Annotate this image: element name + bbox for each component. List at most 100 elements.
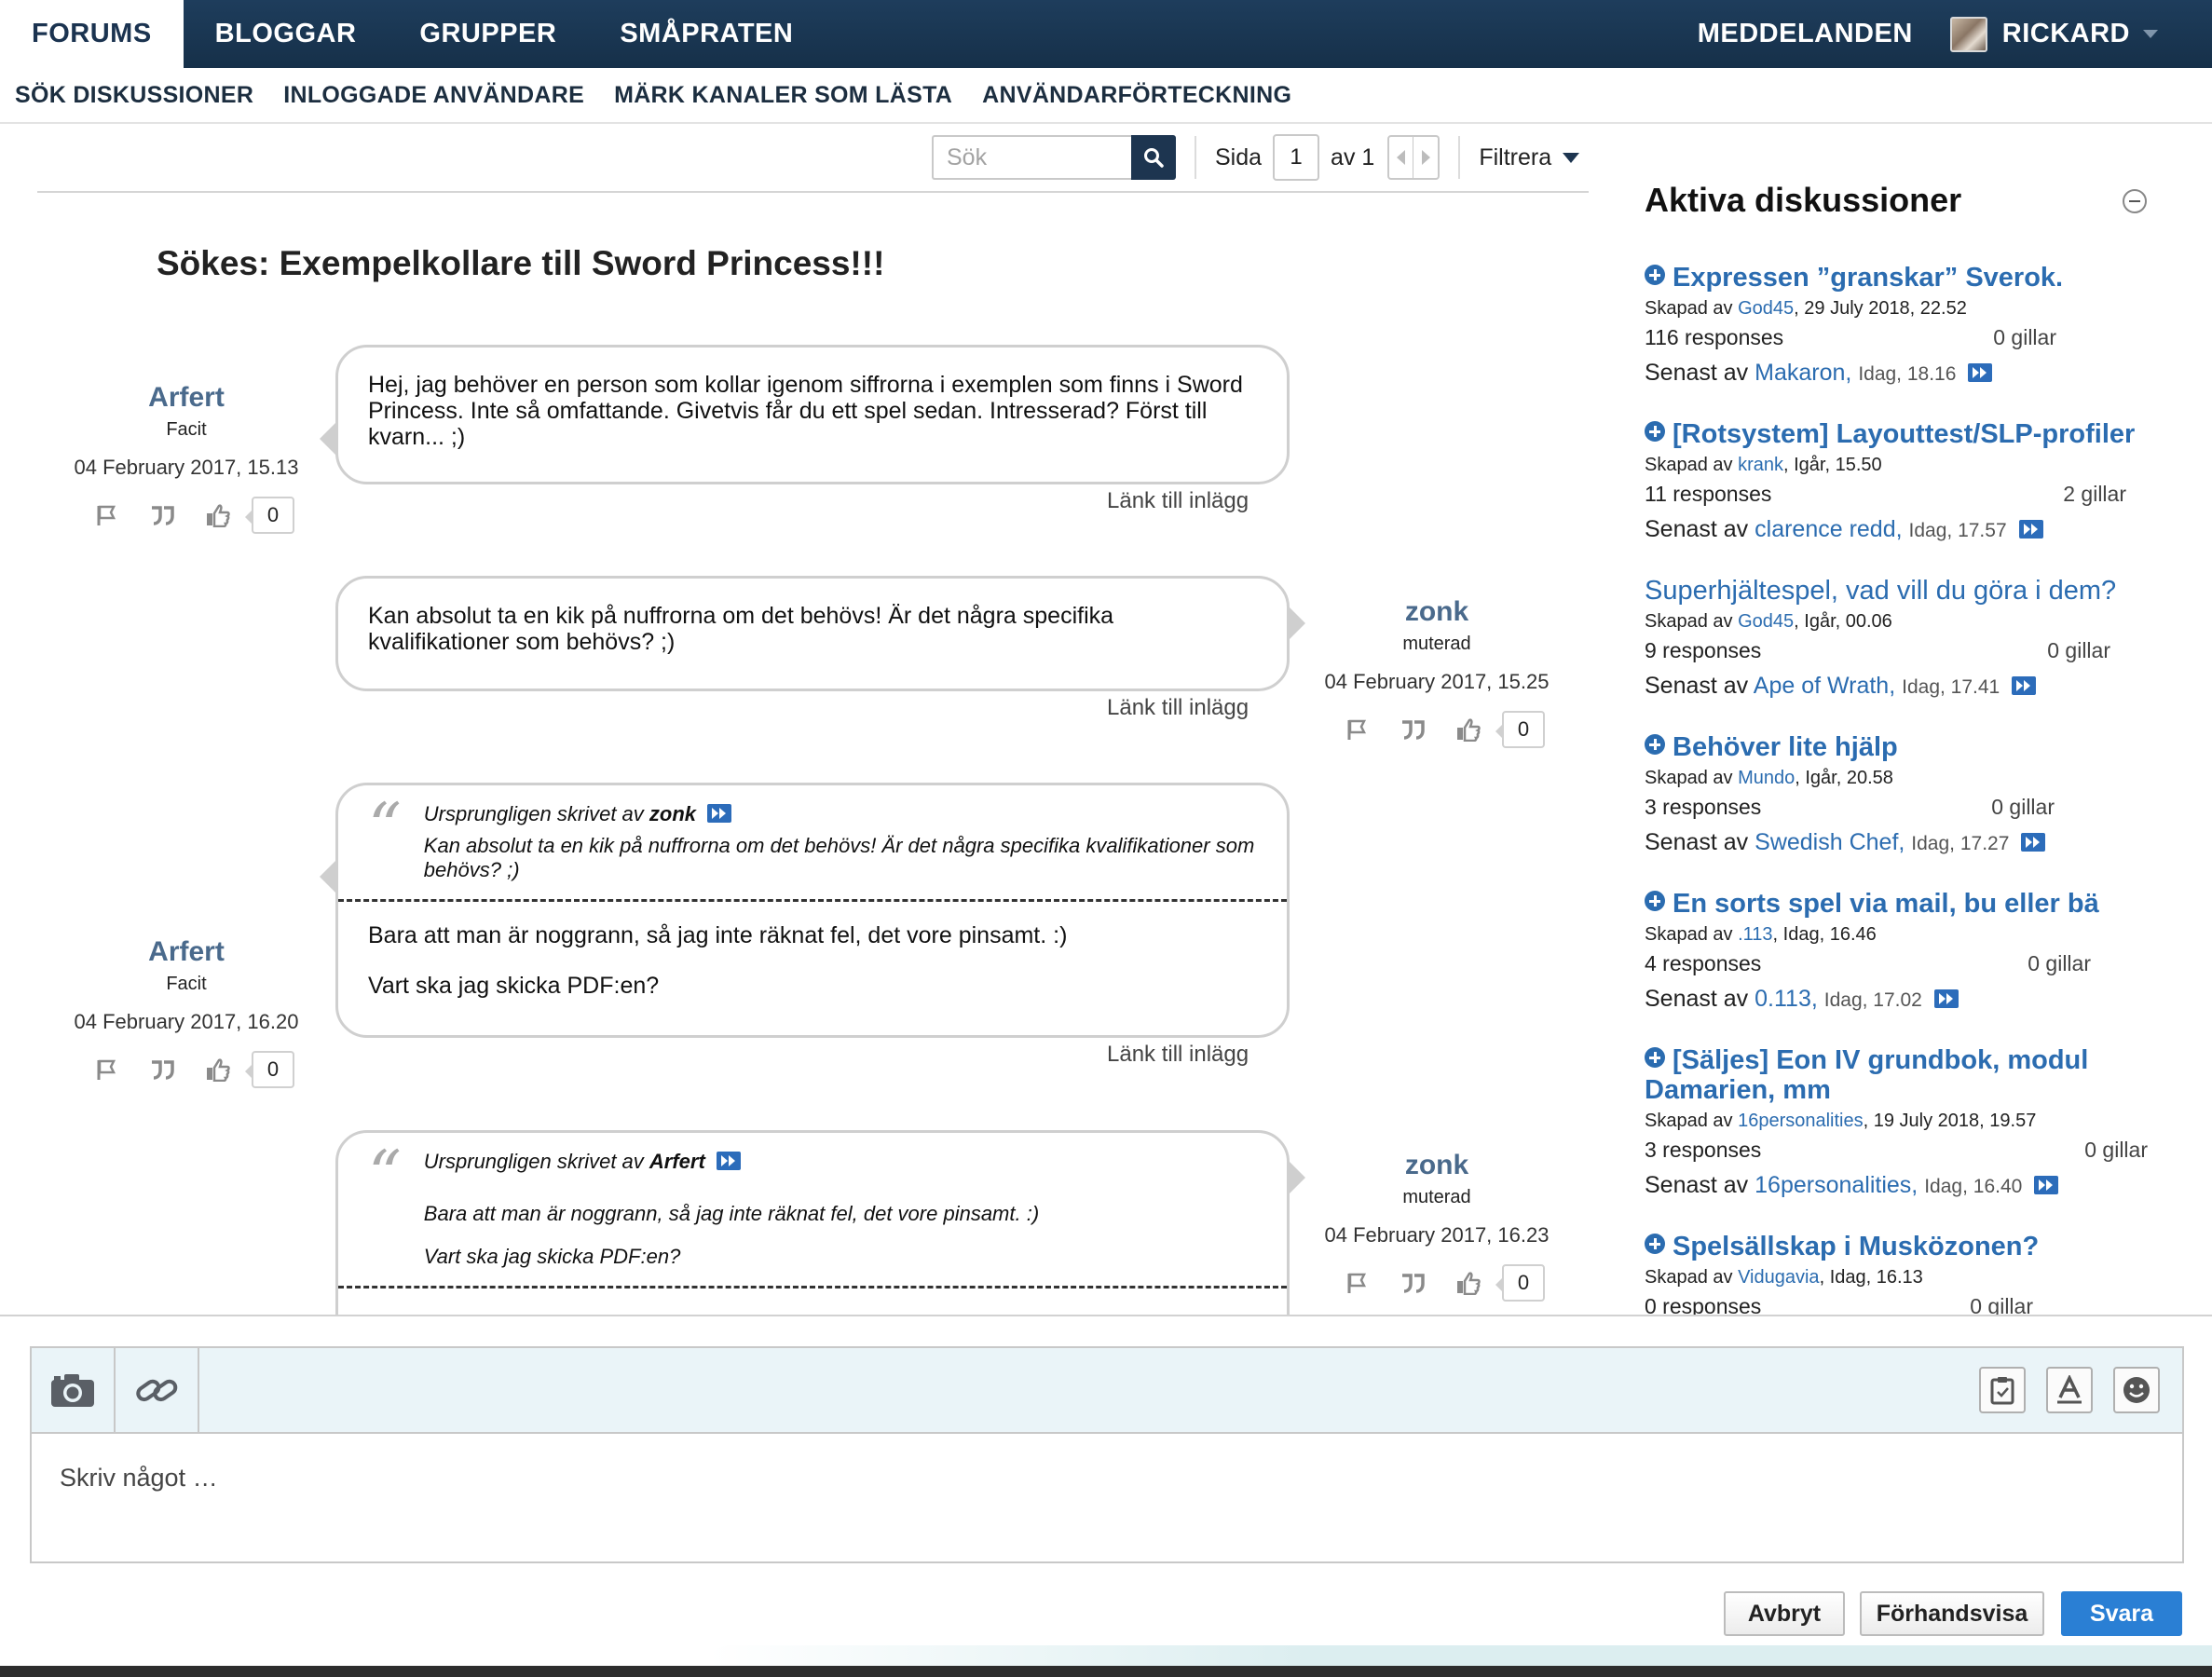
tab-forums[interactable]: FORUMS: [0, 0, 184, 68]
discussion-title[interactable]: Expressen ”granskar” Sverok.: [1645, 263, 2166, 293]
tab-bloggar[interactable]: BLOGGAR: [184, 0, 389, 68]
emoji-button[interactable]: [2113, 1367, 2160, 1413]
camera-icon: [51, 1374, 94, 1407]
subnav-user-list[interactable]: ANVÄNDARFÖRTECKNING: [982, 82, 1291, 109]
subnav-search-discussions[interactable]: SÖK DISKUSSIONER: [15, 82, 253, 109]
quote-mark-icon: “: [368, 1137, 402, 1213]
last-poster-link[interactable]: Ape of Wrath,: [1754, 673, 1895, 699]
author-name[interactable]: Arfert: [65, 936, 307, 968]
go-to-post-icon[interactable]: [2018, 520, 2043, 539]
paste-button[interactable]: [1979, 1367, 2026, 1413]
chevron-down-icon[interactable]: [2143, 30, 2158, 38]
insert-image-button[interactable]: [32, 1348, 116, 1432]
page-number-input[interactable]: 1: [1273, 134, 1320, 181]
new-post-icon: [1645, 891, 1665, 911]
discussion-title[interactable]: En sorts spel via mail, bu eller bä: [1645, 889, 2166, 919]
go-to-post-icon[interactable]: [1968, 363, 1993, 382]
flag-icon[interactable]: [92, 1056, 120, 1084]
user-menu[interactable]: RICKARD: [1987, 19, 2130, 49]
search-button[interactable]: [1131, 135, 1176, 180]
window-bottom-edge: [0, 1645, 2212, 1677]
author-name[interactable]: zonk: [1316, 1150, 1558, 1181]
creator-link[interactable]: .113: [1738, 924, 1772, 945]
post-paragraph: Vart ska jag skicka PDF:en?: [368, 973, 660, 999]
last-poster-link[interactable]: 0.113,: [1755, 986, 1818, 1012]
author-name[interactable]: Arfert: [65, 382, 307, 414]
chevron-down-icon[interactable]: [1563, 152, 1580, 163]
subnav-mark-read[interactable]: MÄRK KANALER SOM LÄSTA: [614, 82, 952, 109]
post-actions: 0: [1316, 711, 1558, 748]
go-to-post-icon[interactable]: [707, 804, 732, 823]
discussion-title[interactable]: [Rotsystem] Layouttest/SLP-profiler: [1645, 419, 2166, 449]
discussion-title[interactable]: Spelsällskap i Musközonen?: [1645, 1232, 2166, 1261]
go-to-post-icon[interactable]: [2021, 833, 2046, 852]
post-date: 04 February 2017, 16.23: [1324, 1223, 1550, 1247]
post-bubble: Hej, jag behöver en person som kollar ig…: [320, 345, 1290, 484]
next-page-button[interactable]: [1413, 135, 1441, 180]
thumbs-up-icon[interactable]: [204, 1056, 232, 1084]
sub-navigation: SÖK DISKUSSIONER INLOGGADE ANVÄNDARE MÄR…: [0, 68, 2212, 124]
creator-link[interactable]: Mundo: [1738, 768, 1795, 788]
like-count: 0: [1495, 1264, 1545, 1302]
discussion-title[interactable]: [Säljes] Eon IV grundbok, modul Damarien…: [1645, 1045, 2166, 1105]
avatar[interactable]: [1949, 16, 1987, 52]
divider: [37, 191, 1589, 193]
author-role: Facit: [166, 419, 207, 440]
last-poster-link[interactable]: Makaron,: [1755, 360, 1851, 386]
prev-page-button[interactable]: [1387, 135, 1414, 180]
filter-button[interactable]: Filtrera: [1479, 144, 1551, 171]
post-link[interactable]: Länk till inlägg: [1107, 488, 1249, 514]
post-actions: 0: [1316, 1264, 1558, 1302]
messages-link[interactable]: MEDDELANDEN: [1677, 19, 1933, 49]
go-to-post-icon[interactable]: [2034, 1176, 2059, 1194]
flag-icon[interactable]: [1343, 716, 1371, 743]
reply-composer: Skriv något …: [30, 1346, 2184, 1563]
creator-link[interactable]: Vidugavia: [1738, 1267, 1819, 1288]
creator-link[interactable]: 16personalities: [1738, 1111, 1864, 1131]
text-format-button[interactable]: [2046, 1367, 2093, 1413]
post-author-block: zonk muterad 04 February 2017, 15.25 0: [1316, 596, 1558, 748]
search-input[interactable]: Sök: [932, 135, 1131, 180]
quote-icon[interactable]: [148, 501, 176, 529]
author-role: Facit: [166, 974, 207, 994]
author-name[interactable]: zonk: [1316, 596, 1558, 628]
discussion-title[interactable]: Behöver lite hjälp: [1645, 732, 2166, 762]
search-icon: [1144, 148, 1164, 168]
go-to-post-icon[interactable]: [1933, 989, 1959, 1008]
preview-button[interactable]: Förhandsvisa: [1860, 1591, 2044, 1636]
discussion-title[interactable]: Superhjältespel, vad vill du göra i dem?: [1645, 576, 2166, 606]
reply-textarea[interactable]: Skriv något …: [32, 1434, 2182, 1522]
quote-icon[interactable]: [148, 1056, 176, 1084]
insert-link-button[interactable]: [116, 1348, 199, 1432]
subnav-logged-in-users[interactable]: INLOGGADE ANVÄNDARE: [283, 82, 584, 109]
thumbs-up-icon[interactable]: [204, 501, 232, 529]
thread-toolbar: Sök Sida 1 av 1 Filtrera: [932, 134, 1580, 181]
submit-reply-button[interactable]: Svara: [2061, 1591, 2182, 1636]
thumbs-up-icon[interactable]: [1454, 716, 1482, 743]
creator-link[interactable]: krank: [1738, 455, 1783, 475]
discussion-item: En sorts spel via mail, bu eller bä Skap…: [1645, 889, 2166, 1013]
quote-block: “ Ursprungligen skrivet av zonk Kan abso…: [368, 795, 1257, 882]
last-poster-link[interactable]: clarence redd,: [1755, 516, 1902, 542]
post-date: 04 February 2017, 16.20: [74, 1010, 299, 1033]
last-poster-link[interactable]: Swedish Chef,: [1755, 829, 1905, 855]
flag-icon[interactable]: [92, 501, 120, 529]
top-navigation: FORUMS BLOGGAR GRUPPER SMÅPRATEN MEDDELA…: [0, 0, 2212, 68]
quote-divider: [338, 899, 1287, 902]
post-link[interactable]: Länk till inlägg: [1107, 695, 1249, 721]
tab-smapraten[interactable]: SMÅPRATEN: [588, 0, 825, 68]
post-link[interactable]: Länk till inlägg: [1107, 1042, 1249, 1068]
quote-icon[interactable]: [1399, 1269, 1427, 1297]
creator-link[interactable]: God45: [1738, 611, 1794, 632]
go-to-post-icon[interactable]: [716, 1152, 741, 1170]
collapse-icon[interactable]: [2123, 189, 2147, 213]
cancel-button[interactable]: Avbryt: [1724, 1591, 1845, 1636]
last-poster-link[interactable]: 16personalities,: [1755, 1172, 1918, 1198]
flag-icon[interactable]: [1343, 1269, 1371, 1297]
creator-link[interactable]: God45: [1738, 298, 1794, 319]
new-post-icon: [1645, 265, 1665, 285]
go-to-post-icon[interactable]: [2012, 676, 2037, 695]
tab-grupper[interactable]: GRUPPER: [388, 0, 588, 68]
thumbs-up-icon[interactable]: [1454, 1269, 1482, 1297]
quote-icon[interactable]: [1399, 716, 1427, 743]
